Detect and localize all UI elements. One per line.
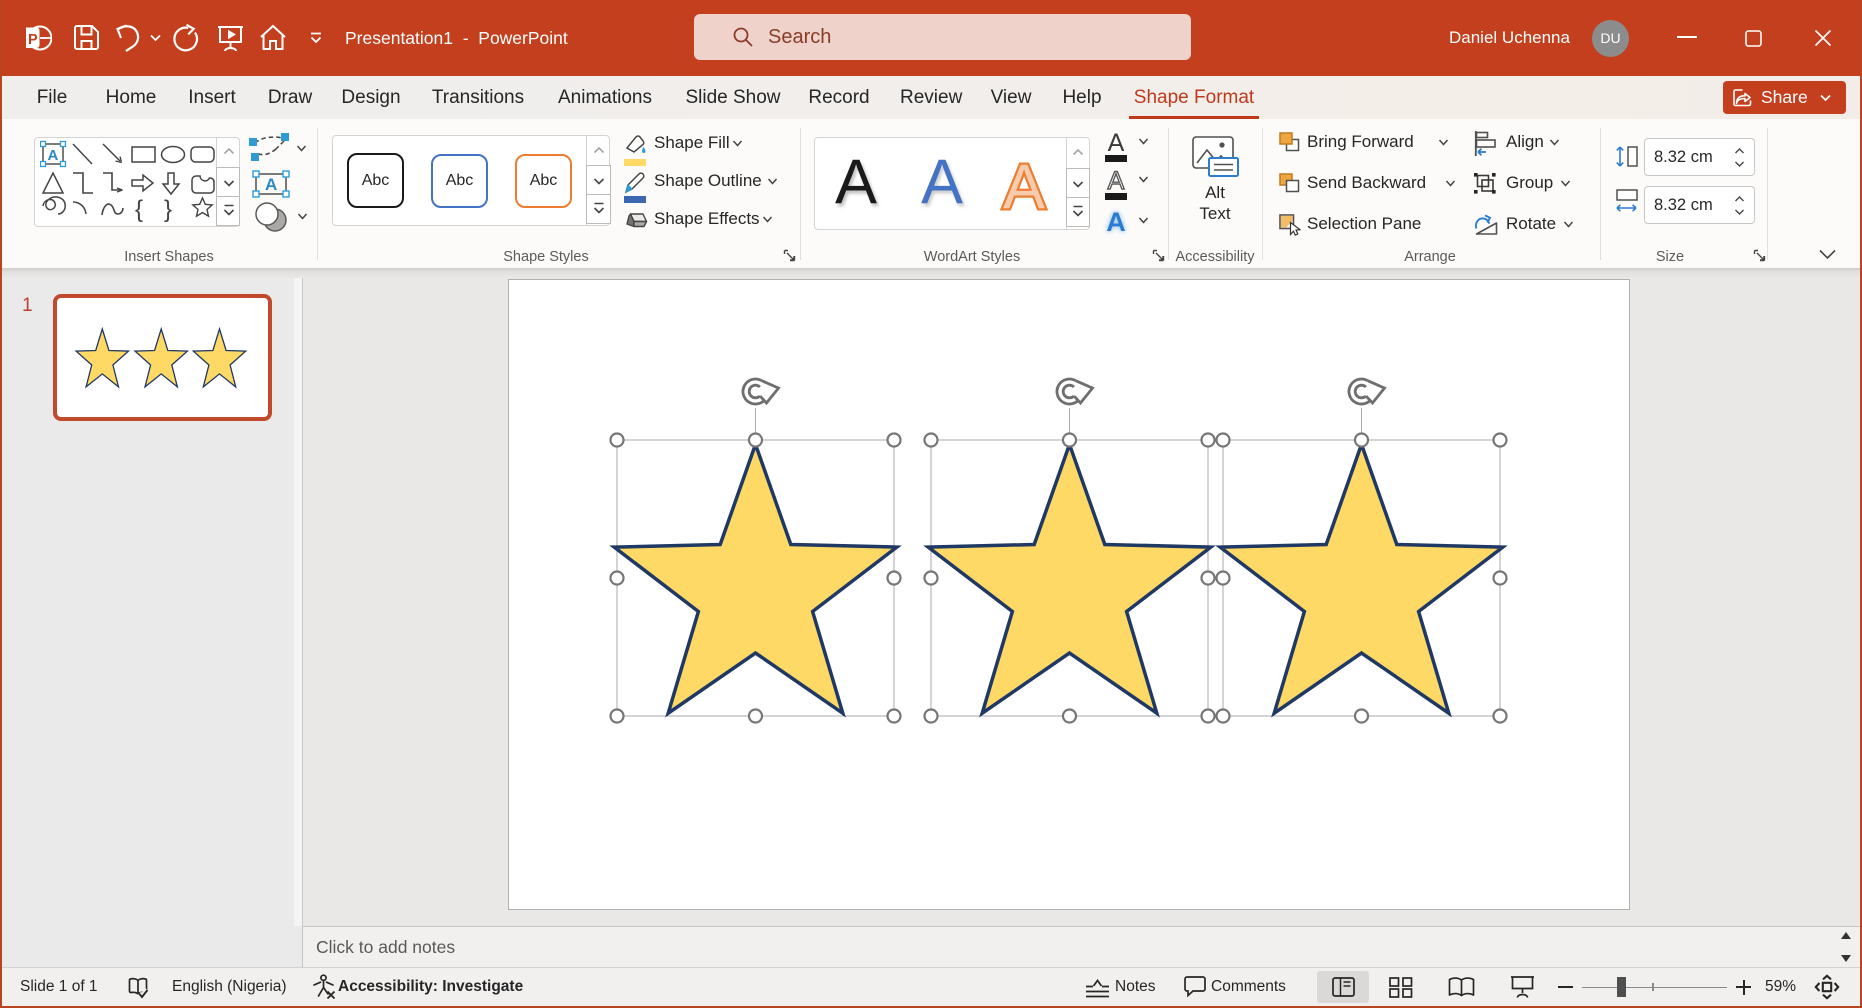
- svg-text:A: A: [48, 147, 59, 164]
- svg-text:{: {: [135, 196, 143, 223]
- svg-text:A: A: [1003, 152, 1045, 222]
- svg-text:A: A: [1108, 167, 1125, 193]
- svg-text:}: }: [164, 196, 172, 223]
- svg-text:P: P: [28, 32, 38, 48]
- svg-text:A: A: [265, 175, 277, 194]
